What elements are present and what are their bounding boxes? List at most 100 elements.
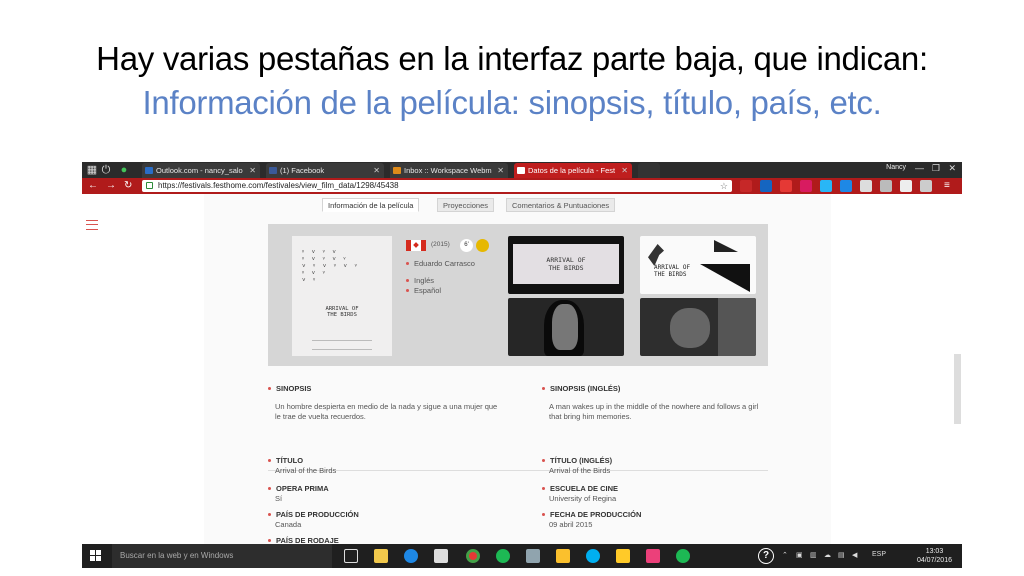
back-arrow-icon[interactable]: ← bbox=[88, 179, 98, 193]
tray-app-icon[interactable]: ▣ bbox=[796, 551, 803, 559]
tab-workspace-webmail[interactable]: Inbox :: Workspace Webm ✕ bbox=[390, 163, 508, 178]
film-poster[interactable]: ᵛ ˅ ᵛ ˅ ᵛ ˅ ᵛ ˅ ᵛ ˅ ᵛ ˅ ᵛ ˅ ᵛᵛ ˅ ᵛ ˅ ᵛ ARRI… bbox=[292, 236, 392, 356]
pinterest-icon[interactable] bbox=[800, 180, 812, 192]
restore-icon[interactable]: ❐ bbox=[932, 163, 940, 174]
browser-screenshot: ▦ ⏻ ● Outlook.com - nancy_salo ✕ (1) Fac… bbox=[82, 162, 962, 568]
store-icon[interactable] bbox=[434, 549, 448, 563]
clock-time: 13:03 bbox=[925, 548, 944, 555]
titulo-en-label: TÍTULO (INGLÉS) bbox=[542, 456, 612, 465]
film-language: Inglés bbox=[406, 276, 434, 285]
photos-icon[interactable] bbox=[646, 549, 660, 563]
chrome-icon[interactable] bbox=[466, 549, 480, 563]
whatsapp-icon[interactable]: ● bbox=[116, 163, 132, 177]
input-language[interactable]: ESP bbox=[872, 551, 886, 558]
duration-badge: 6' bbox=[460, 239, 473, 252]
close-icon[interactable]: ✕ bbox=[621, 163, 628, 178]
extension-icon[interactable] bbox=[780, 180, 792, 192]
film-director: Eduardo Carrasco bbox=[406, 259, 475, 268]
film-still[interactable]: ARRIVAL OF THE BIRDS bbox=[508, 236, 624, 294]
opera-prima-value: Sí bbox=[275, 494, 283, 503]
tab-informacion-pelicula[interactable]: Información de la película bbox=[322, 198, 420, 212]
pais-produccion-label: PAÍS DE PRODUCCIÓN bbox=[268, 510, 359, 519]
film-still[interactable] bbox=[640, 298, 756, 356]
tray-app-icon[interactable]: ☁ bbox=[824, 551, 831, 559]
adblock-icon[interactable] bbox=[740, 180, 752, 192]
close-icon[interactable]: ✕ bbox=[373, 163, 380, 178]
file-explorer-icon[interactable] bbox=[374, 549, 388, 563]
help-icon[interactable]: ? bbox=[758, 548, 774, 564]
star-icon[interactable]: ☆ bbox=[720, 180, 728, 192]
web-page: Información de la película Proyecciones … bbox=[82, 194, 962, 545]
sinopsis-label: SINOPSIS bbox=[268, 384, 311, 393]
page-scrollbar[interactable] bbox=[954, 354, 961, 424]
extension-icon[interactable] bbox=[880, 180, 892, 192]
spotify-icon[interactable] bbox=[496, 549, 510, 563]
reload-icon[interactable]: ↻ bbox=[124, 179, 132, 193]
system-clock[interactable]: 13:03 04/07/2016 bbox=[917, 547, 952, 565]
titulo-label: TÍTULO bbox=[268, 456, 303, 465]
still-title: ARRIVAL OF THE BIRDS bbox=[513, 244, 619, 284]
close-icon[interactable]: ✕ bbox=[497, 163, 504, 178]
tab-label: Inbox :: Workspace Webm bbox=[404, 166, 492, 175]
hamburger-menu-icon[interactable] bbox=[86, 220, 98, 230]
tab-comentarios[interactable]: Comentarios & Puntuaciones bbox=[506, 198, 616, 212]
new-tab-button[interactable] bbox=[638, 163, 660, 178]
edge-icon[interactable] bbox=[404, 549, 418, 563]
opera-prima-label: OPERA PRIMA bbox=[268, 484, 329, 493]
titulo-value: Arrival of the Birds bbox=[275, 466, 337, 475]
twitter-icon[interactable] bbox=[820, 180, 832, 192]
forward-arrow-icon[interactable]: → bbox=[106, 179, 116, 193]
facebook-icon bbox=[269, 167, 277, 174]
address-bar[interactable]: https://festivals.festhome.com/festivale… bbox=[142, 180, 732, 192]
webmail-icon bbox=[393, 167, 401, 174]
film-language: Español bbox=[406, 286, 441, 295]
titulo-en-value: Arrival of the Birds bbox=[549, 466, 611, 475]
spotify-icon[interactable] bbox=[676, 549, 690, 563]
tab-outlook[interactable]: Outlook.com - nancy_salo ✕ bbox=[142, 163, 260, 178]
drive-icon[interactable] bbox=[556, 549, 570, 563]
escuela-cine-label: ESCUELA DE CINE bbox=[542, 484, 618, 493]
tray-up-icon[interactable]: ⌃ bbox=[782, 551, 788, 559]
close-icon[interactable]: ✕ bbox=[249, 163, 256, 178]
browser-tab-bar: ▦ ⏻ ● Outlook.com - nancy_salo ✕ (1) Fac… bbox=[82, 162, 962, 178]
tab-proyecciones[interactable]: Proyecciones bbox=[437, 198, 495, 212]
menu-icon[interactable]: ≡ bbox=[944, 179, 950, 193]
power-icon[interactable]: ⏻ bbox=[98, 163, 114, 177]
tab-facebook[interactable]: (1) Facebook ✕ bbox=[266, 163, 384, 178]
task-view-icon[interactable] bbox=[344, 549, 358, 563]
extension-icon[interactable] bbox=[760, 180, 772, 192]
tab-datos-pelicula[interactable]: Datos de la película - Fest ✕ bbox=[514, 163, 632, 178]
decorative-shape bbox=[714, 240, 738, 252]
folder-icon[interactable] bbox=[616, 549, 630, 563]
film-still[interactable] bbox=[508, 298, 624, 356]
sinopsis-en-text: A man wakes up in the middle of the nowh… bbox=[549, 402, 759, 421]
settings-icon[interactable] bbox=[920, 180, 932, 192]
browser-toolbar: ← → ↻ https://festivals.festhome.com/fes… bbox=[82, 178, 962, 194]
fecha-produccion-label: FECHA DE PRODUCCIÓN bbox=[542, 510, 641, 519]
tray-app-icon[interactable]: ▥ bbox=[810, 551, 817, 559]
film-still[interactable]: ARRIVAL OF THE BIRDS bbox=[640, 236, 756, 294]
windows-start-icon[interactable] bbox=[90, 550, 102, 562]
extension-icon[interactable] bbox=[860, 180, 872, 192]
minimize-icon[interactable]: — bbox=[915, 163, 924, 173]
woman-face bbox=[552, 304, 578, 350]
network-icon[interactable]: ▤ bbox=[838, 551, 845, 559]
birds-illustration: ᵛ ˅ ᵛ ˅ ᵛ ˅ ᵛ ˅ ᵛ ˅ ᵛ ˅ ᵛ ˅ ᵛᵛ ˅ ᵛ ˅ ᵛ bbox=[302, 250, 360, 284]
bird-icon bbox=[648, 244, 664, 266]
taskbar-search-input[interactable]: Buscar en la web y en Windows bbox=[112, 544, 332, 568]
extension-icon[interactable] bbox=[900, 180, 912, 192]
still-title: ARRIVAL OF THE BIRDS bbox=[654, 264, 691, 278]
dropbox-icon[interactable] bbox=[840, 180, 852, 192]
festhome-icon bbox=[517, 167, 525, 174]
app-icon[interactable] bbox=[526, 549, 540, 563]
lock-icon bbox=[146, 182, 153, 189]
volume-icon[interactable]: ◀ bbox=[852, 551, 857, 559]
tab-label: (1) Facebook bbox=[280, 166, 325, 175]
poster-credits bbox=[312, 340, 372, 350]
profile-name[interactable]: Nancy bbox=[886, 164, 906, 171]
close-window-icon[interactable]: ✕ bbox=[948, 163, 956, 174]
pais-produccion-value: Canada bbox=[275, 520, 302, 529]
slide-heading: Hay varias pestañas en la interfaz parte… bbox=[96, 40, 928, 77]
skype-icon[interactable] bbox=[586, 549, 600, 563]
escuela-cine-value: University of Regina bbox=[549, 494, 617, 503]
